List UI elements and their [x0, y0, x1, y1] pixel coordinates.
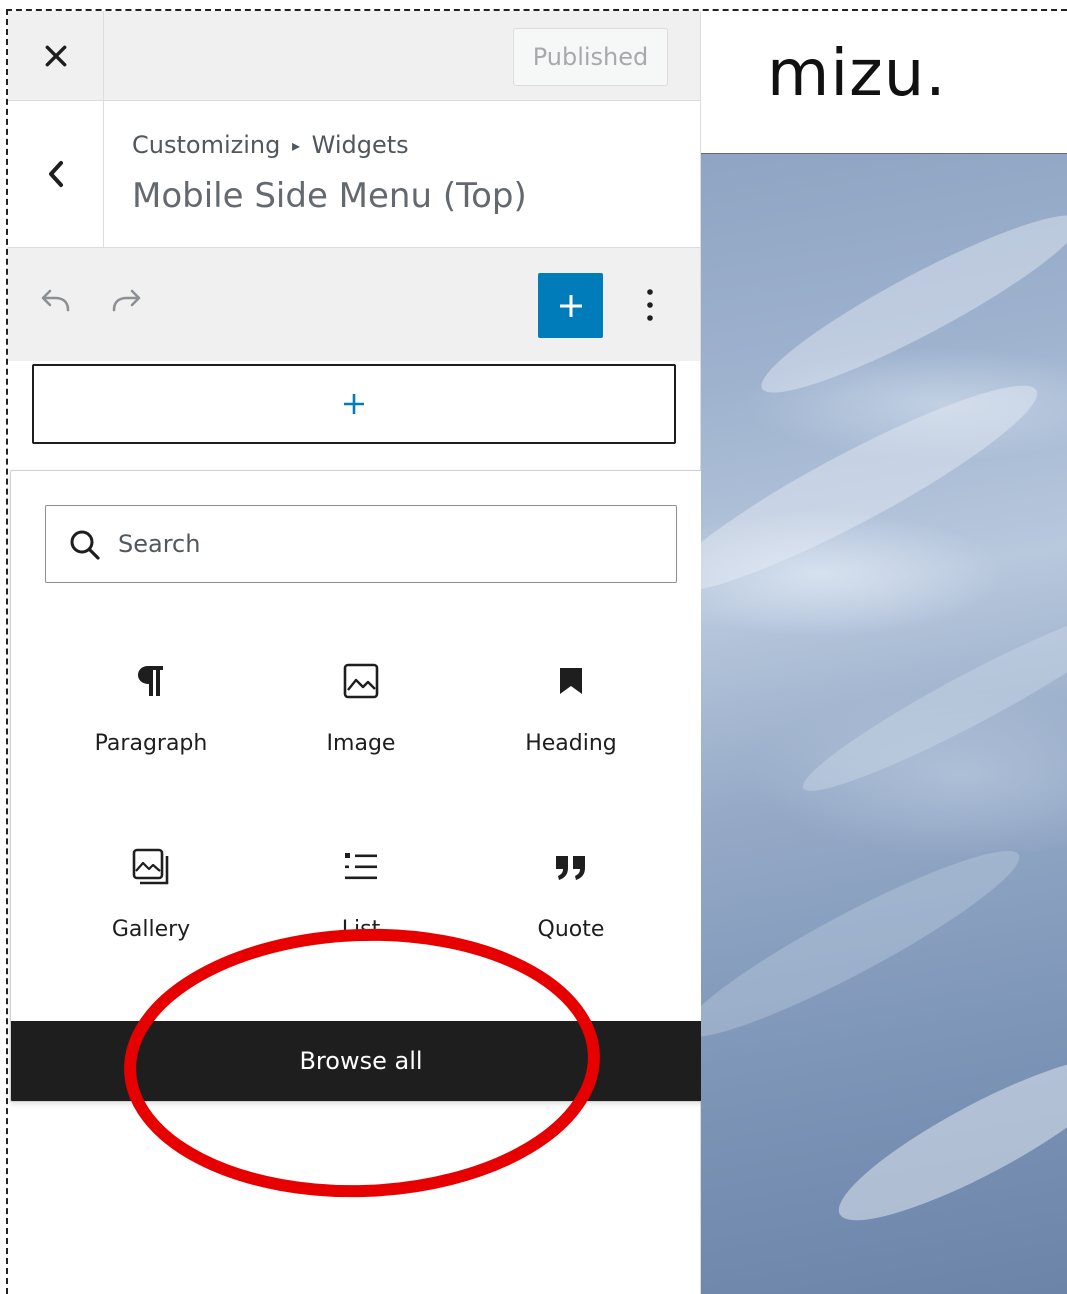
- hero-image: [701, 154, 1067, 1294]
- quote-icon: [551, 847, 591, 887]
- published-button[interactable]: Published: [513, 28, 668, 86]
- close-icon: [45, 45, 66, 66]
- hero-highlight: [823, 1032, 1067, 1246]
- block-label: Heading: [525, 731, 617, 756]
- preview-header: mizu.: [701, 11, 1067, 154]
- customizer-topbar: Published: [8, 11, 700, 101]
- block-quote[interactable]: Quote: [471, 827, 671, 977]
- close-customizer-button[interactable]: [8, 11, 104, 100]
- list-icon: [341, 847, 381, 887]
- section-title: Mobile Side Menu (Top): [132, 176, 527, 216]
- hero-highlight: [701, 359, 1053, 619]
- options-button[interactable]: [630, 275, 670, 335]
- block-label: Quote: [537, 917, 605, 942]
- hero-highlight: [747, 193, 1067, 415]
- redo-icon[interactable]: [108, 288, 144, 318]
- chevron-left-icon: [48, 161, 63, 187]
- plus-icon: [559, 294, 582, 317]
- block-paragraph[interactable]: Paragraph: [51, 641, 251, 791]
- site-logo[interactable]: mizu.: [767, 37, 947, 111]
- block-search-box: [45, 505, 677, 583]
- breadcrumb-root: Customizing: [132, 131, 281, 159]
- block-heading[interactable]: Heading: [471, 641, 671, 791]
- breadcrumb-separator: ▸: [291, 136, 300, 155]
- undo-icon[interactable]: [38, 288, 74, 318]
- search-icon: [70, 530, 100, 560]
- breadcrumb: Customizing ▸ Widgets: [132, 131, 409, 159]
- browse-all-button[interactable]: Browse all: [11, 1021, 711, 1101]
- block-inserter-popover: Paragraph Image Heading Gallery: [10, 470, 712, 1102]
- gallery-icon: [131, 847, 171, 887]
- hero-highlight: [791, 587, 1067, 811]
- block-label: Gallery: [111, 917, 191, 942]
- block-search-input[interactable]: [116, 516, 660, 572]
- hero-highlight: [701, 828, 1033, 1060]
- plus-icon: [344, 394, 364, 414]
- heading-bookmark-icon: [551, 661, 591, 701]
- block-gallery[interactable]: Gallery: [51, 827, 251, 977]
- back-button[interactable]: [8, 101, 104, 247]
- block-image[interactable]: Image: [261, 641, 461, 791]
- block-label: Image: [326, 731, 396, 756]
- paragraph-icon: [131, 661, 171, 701]
- image-icon: [341, 661, 381, 701]
- breadcrumb-child: Widgets: [311, 131, 409, 159]
- editor-toolbar: [8, 248, 700, 361]
- block-label: Paragraph: [94, 731, 208, 756]
- block-appender-button[interactable]: [32, 364, 676, 444]
- block-label: List: [341, 917, 381, 942]
- site-preview: mizu.: [701, 11, 1067, 1294]
- more-vertical-icon: [647, 289, 653, 321]
- section-header: Customizing ▸ Widgets Mobile Side Menu (…: [8, 101, 700, 248]
- block-list[interactable]: List: [261, 827, 461, 977]
- add-block-button[interactable]: [538, 273, 603, 338]
